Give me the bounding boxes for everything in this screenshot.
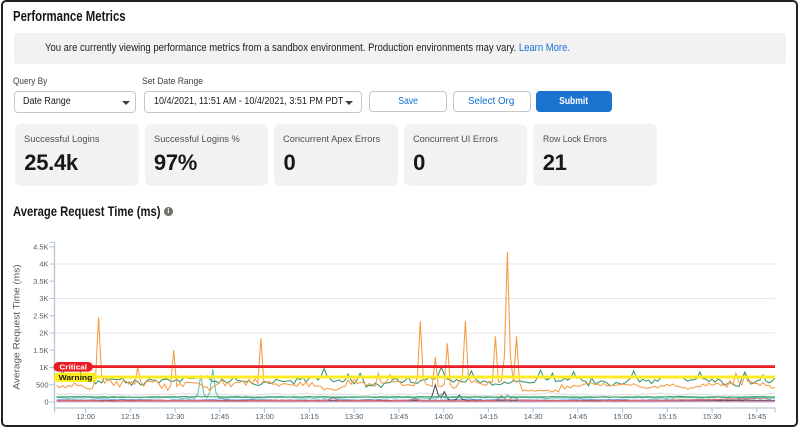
svg-text:2.5K: 2.5K xyxy=(33,311,48,320)
svg-text:15:00: 15:00 xyxy=(613,412,632,421)
svg-text:Critical: Critical xyxy=(59,363,87,372)
svg-text:2K: 2K xyxy=(39,329,48,338)
svg-text:4K: 4K xyxy=(39,260,48,269)
svg-text:Average Request Time (ms): Average Request Time (ms) xyxy=(12,264,22,389)
svg-text:12:45: 12:45 xyxy=(210,412,229,421)
svg-text:15:15: 15:15 xyxy=(658,412,677,421)
svg-text:13:30: 13:30 xyxy=(345,412,364,421)
svg-text:1K: 1K xyxy=(39,363,48,372)
svg-text:13:45: 13:45 xyxy=(390,412,409,421)
svg-text:15:45: 15:45 xyxy=(748,412,767,421)
svg-text:3K: 3K xyxy=(39,294,48,303)
svg-text:13:15: 13:15 xyxy=(300,412,319,421)
svg-text:1.5K: 1.5K xyxy=(33,346,48,355)
svg-text:12:15: 12:15 xyxy=(121,412,140,421)
svg-text:13:00: 13:00 xyxy=(255,412,274,421)
svg-text:12:30: 12:30 xyxy=(166,412,185,421)
svg-text:0: 0 xyxy=(44,398,48,407)
svg-text:14:15: 14:15 xyxy=(479,412,498,421)
svg-text:15:30: 15:30 xyxy=(703,412,722,421)
svg-text:14:30: 14:30 xyxy=(524,412,543,421)
svg-text:14:00: 14:00 xyxy=(434,412,453,421)
svg-text:3.5K: 3.5K xyxy=(33,277,48,286)
svg-text:Warning: Warning xyxy=(59,374,93,382)
svg-text:14:45: 14:45 xyxy=(569,412,588,421)
svg-text:12:00: 12:00 xyxy=(76,412,95,421)
svg-text:4.5K: 4.5K xyxy=(33,242,48,251)
svg-text:500: 500 xyxy=(36,380,49,389)
